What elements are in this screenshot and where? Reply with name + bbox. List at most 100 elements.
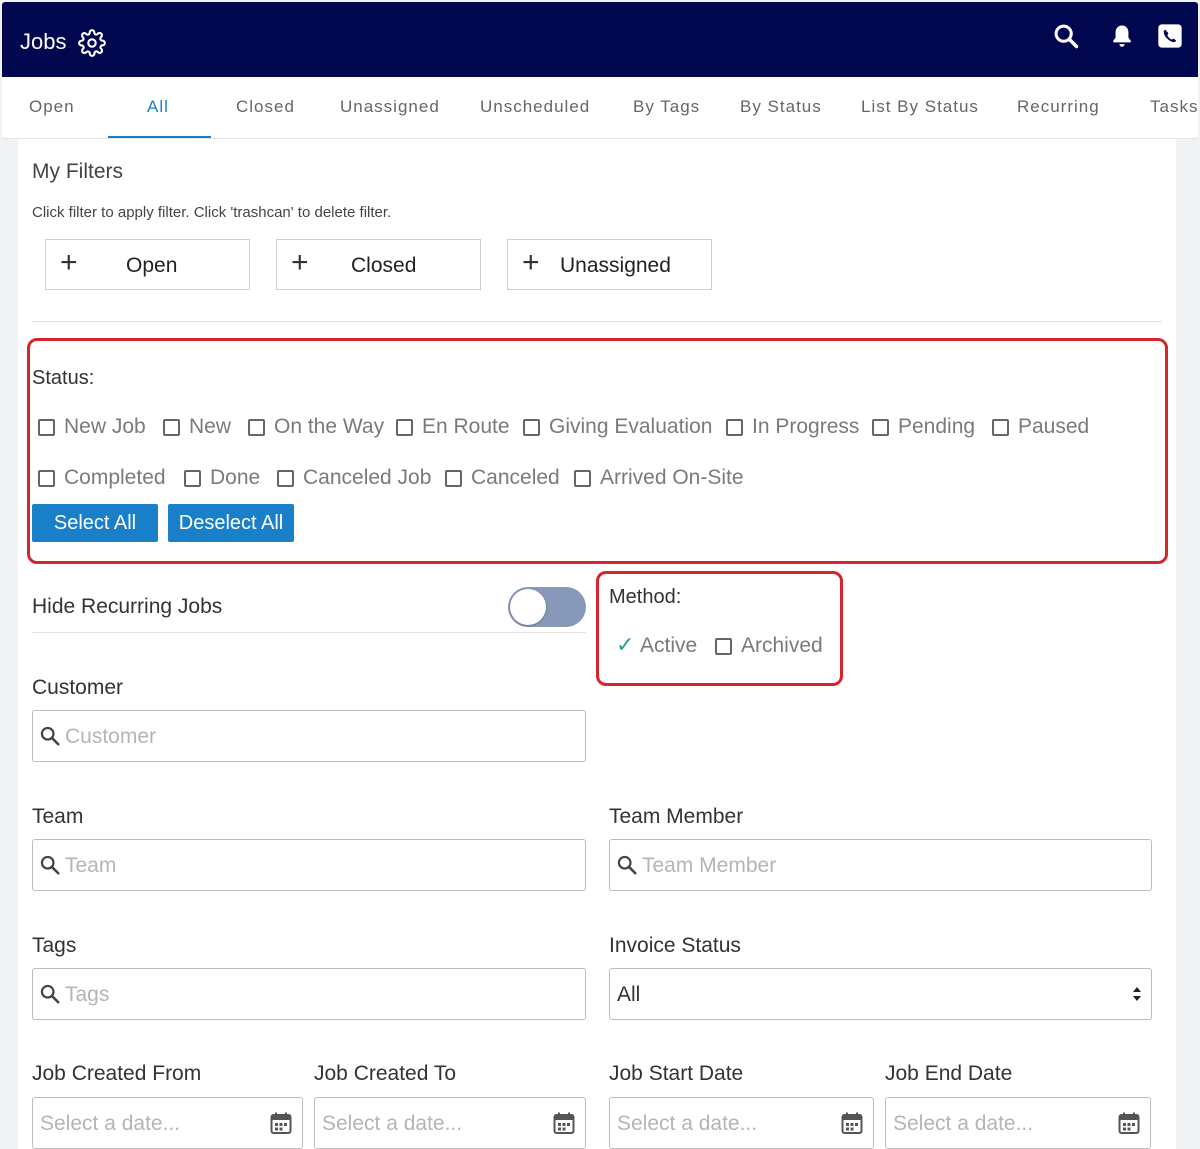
phone-icon[interactable] [1156,22,1184,50]
tab-tasks[interactable]: Tasks [1150,97,1198,117]
saved-filter-open[interactable]: + Open [45,239,250,290]
select-arrows-icon [1133,987,1141,1001]
checkbox-label: Giving Evaluation [549,415,713,438]
team-member-label: Team Member [609,805,744,828]
bell-icon[interactable] [1108,22,1136,50]
input-placeholder: Team Member [642,854,777,877]
calendar-icon[interactable] [1118,1111,1140,1135]
job-created-to-input[interactable]: Select a date... [314,1097,586,1149]
job-created-from-input[interactable]: Select a date... [32,1097,303,1149]
team-input[interactable]: Team [32,839,586,891]
checkbox-label: Pending [898,415,976,438]
section-divider [32,321,1162,322]
checkbox-label: On the Way [274,415,385,438]
input-placeholder: Tags [65,983,110,1006]
tab-unassigned[interactable]: Unassigned [340,97,440,117]
customer-input[interactable]: Customer [32,710,586,762]
tab-bar: Open All Closed Unassigned Unscheduled B… [2,77,1198,139]
checkbox-label: En Route [422,415,510,438]
checkbox-label: New [189,415,232,438]
status-label: Status: [32,367,95,389]
checkbox-box[interactable] [396,419,413,436]
recurring-divider [32,632,586,633]
job-start-date-label: Job Start Date [609,1062,744,1085]
calendar-icon[interactable] [841,1111,863,1135]
search-icon[interactable] [1052,22,1080,50]
checkbox-label: Archived [741,634,823,657]
gear-icon[interactable] [78,29,106,57]
checkbox-box[interactable] [992,419,1009,436]
saved-filter-label: Open [126,254,178,277]
tags-label: Tags [32,934,77,957]
tab-all[interactable]: All [147,97,169,117]
check-icon[interactable]: ✓ [616,632,634,658]
toggle-knob[interactable] [510,589,546,625]
search-icon [40,984,60,1004]
tab-by-tags[interactable]: By Tags [633,97,700,117]
input-placeholder: Select a date... [617,1112,758,1135]
checkbox-box[interactable] [38,470,55,487]
team-label: Team [32,805,84,828]
tags-input[interactable]: Tags [32,968,586,1020]
search-icon [617,855,637,875]
customer-label: Customer [32,676,124,699]
checkbox-label: New Job [64,415,146,438]
saved-filter-unassigned[interactable]: + Unassigned [507,239,712,290]
tab-recurring[interactable]: Recurring [1017,97,1100,117]
job-created-from-label: Job Created From [32,1062,202,1085]
checkbox-label: In Progress [752,415,860,438]
saved-filter-label: Closed [351,254,417,277]
checkbox-label: Arrived On-Site [600,466,744,489]
team-member-input[interactable]: Team Member [609,839,1152,891]
checkbox-label: Completed [64,466,166,489]
app-title: Jobs [20,29,67,54]
job-end-date-label: Job End Date [885,1062,1013,1085]
calendar-icon[interactable] [553,1111,575,1135]
top-bar: Jobs [2,2,1198,77]
method-label: Method: [609,586,682,608]
tab-by-status[interactable]: By Status [740,97,822,117]
input-placeholder: Select a date... [40,1112,181,1135]
tab-open[interactable]: Open [29,97,75,117]
hide-recurring-label: Hide Recurring Jobs [32,595,223,618]
checkbox-label: Canceled [471,466,560,489]
checkbox-label: Canceled Job [303,466,432,489]
job-end-date-input[interactable]: Select a date... [885,1097,1151,1149]
input-placeholder: Select a date... [322,1112,463,1135]
saved-filter-closed[interactable]: + Closed [276,239,481,290]
invoice-status-select[interactable]: All [609,968,1152,1020]
search-icon [40,726,60,746]
checkbox-box[interactable] [248,419,265,436]
checkbox-label: Active [640,634,698,657]
checkbox-label: Done [210,466,261,489]
my-filters-help: Click filter to apply filter. Click 'tra… [32,204,392,221]
checkbox-box[interactable] [445,470,462,487]
plus-icon: + [291,246,309,279]
checkbox-box[interactable] [184,470,201,487]
checkbox-box[interactable] [38,419,55,436]
checkbox-box[interactable] [163,419,180,436]
tab-closed[interactable]: Closed [236,97,295,117]
search-icon [40,855,60,875]
input-placeholder: Customer [65,725,157,748]
app-frame: Jobs Open All Closed Unassigned Unschedu… [0,0,1200,1149]
hide-recurring-toggle[interactable] [508,587,586,627]
checkbox-box[interactable] [715,638,732,655]
calendar-icon[interactable] [270,1111,292,1135]
plus-icon: + [522,246,540,279]
tab-unscheduled[interactable]: Unscheduled [480,97,590,117]
plus-icon: + [60,246,78,279]
checkbox-box[interactable] [523,419,540,436]
input-placeholder: Select a date... [893,1112,1034,1135]
deselect-all-button[interactable]: Deselect All [168,504,294,542]
job-start-date-input[interactable]: Select a date... [609,1097,874,1149]
checkbox-box[interactable] [872,419,889,436]
job-created-to-label: Job Created To [314,1062,457,1085]
saved-filter-label: Unassigned [560,254,671,277]
checkbox-box[interactable] [277,470,294,487]
checkbox-box[interactable] [574,470,591,487]
select-all-button[interactable]: Select All [32,504,158,542]
tab-list-by-status[interactable]: List By Status [861,97,979,117]
invoice-status-label: Invoice Status [609,934,741,957]
checkbox-box[interactable] [726,419,743,436]
